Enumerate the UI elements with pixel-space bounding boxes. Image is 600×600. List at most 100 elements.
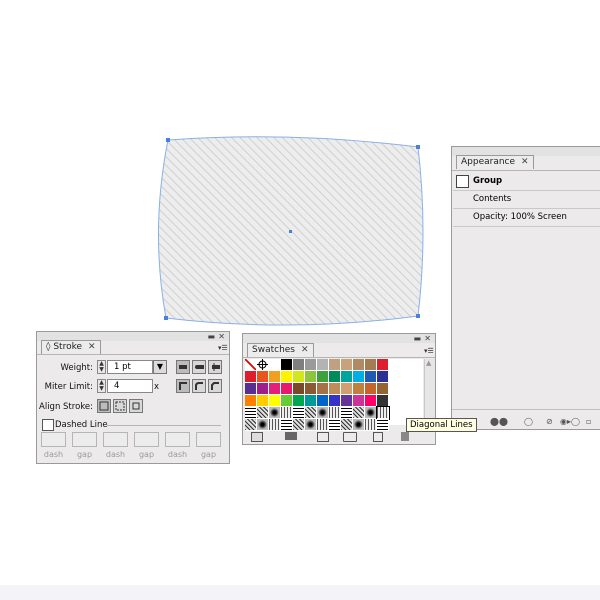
dash-field-1[interactable]: [41, 432, 66, 447]
swatch[interactable]: [329, 359, 341, 371]
swatch[interactable]: [281, 395, 293, 407]
swatch[interactable]: [317, 359, 329, 371]
none-swatch[interactable]: [245, 359, 257, 371]
swatch[interactable]: [329, 383, 341, 395]
gap-field-1[interactable]: [72, 432, 97, 447]
dash-field-3[interactable]: [165, 432, 190, 447]
tab-close-icon[interactable]: ✕: [301, 345, 309, 355]
pattern-swatch[interactable]: [245, 419, 257, 431]
swatch[interactable]: [365, 395, 377, 407]
swatch[interactable]: [353, 395, 365, 407]
gap-field-2[interactable]: [134, 432, 159, 447]
swatch[interactable]: [245, 395, 257, 407]
minimize-icon[interactable]: ▬: [413, 335, 421, 343]
swatch[interactable]: [353, 359, 365, 371]
swatch[interactable]: [377, 383, 389, 395]
pattern-swatch[interactable]: [257, 407, 269, 419]
new-color-group-icon[interactable]: [343, 432, 357, 442]
swatch-scrollbar[interactable]: ▲: [424, 359, 435, 425]
swatch[interactable]: [353, 383, 365, 395]
dash-field-2[interactable]: [103, 432, 128, 447]
swatch[interactable]: [365, 371, 377, 383]
appearance-row-opacity[interactable]: Opacity: 100% Screen: [453, 209, 600, 227]
pattern-swatch[interactable]: [293, 419, 305, 431]
swatch[interactable]: [293, 383, 305, 395]
new-swatch-icon[interactable]: [373, 432, 383, 442]
miter-join-button[interactable]: [176, 379, 190, 393]
swatch[interactable]: [377, 371, 389, 383]
tab-close-icon[interactable]: ✕: [521, 157, 529, 167]
dashed-line-checkbox[interactable]: [42, 419, 54, 431]
swatch[interactable]: [281, 371, 293, 383]
swatch[interactable]: [329, 395, 341, 407]
align-inside-button[interactable]: [113, 399, 127, 413]
minimize-icon[interactable]: ▬: [207, 333, 215, 341]
registration-swatch[interactable]: [257, 359, 269, 371]
swatch[interactable]: [257, 395, 269, 407]
swatch[interactable]: [293, 395, 305, 407]
swatch[interactable]: [245, 383, 257, 395]
pattern-swatch[interactable]: [329, 419, 341, 431]
swatch-options-icon[interactable]: [317, 432, 329, 442]
tab-swatches[interactable]: Swatches ✕: [247, 343, 314, 357]
weight-input[interactable]: 1 pt: [107, 360, 153, 374]
swatch[interactable]: [341, 395, 353, 407]
swatch[interactable]: [257, 383, 269, 395]
pattern-swatch[interactable]: [305, 407, 317, 419]
swatch[interactable]: [341, 371, 353, 383]
swatch[interactable]: [329, 371, 341, 383]
pattern-swatch[interactable]: [269, 407, 281, 419]
bevel-join-button[interactable]: [208, 379, 222, 393]
tab-appearance[interactable]: Appearance ✕: [456, 155, 534, 169]
swatch[interactable]: [305, 395, 317, 407]
pattern-swatch[interactable]: [353, 419, 365, 431]
delete-item-icon[interactable]: ▫: [586, 417, 591, 426]
pattern-swatch[interactable]: [281, 407, 293, 419]
pattern-swatch[interactable]: [341, 419, 353, 431]
pattern-swatch[interactable]: [269, 419, 281, 431]
butt-cap-button[interactable]: [176, 360, 190, 374]
swatch[interactable]: [341, 359, 353, 371]
swatch-libraries-menu-icon[interactable]: [251, 432, 263, 442]
delete-swatch-icon[interactable]: [401, 432, 409, 441]
pattern-swatch[interactable]: [365, 419, 377, 431]
panel-menu-icon[interactable]: ▾☰: [424, 348, 434, 355]
swatch[interactable]: [281, 359, 293, 371]
pattern-swatch[interactable]: [317, 419, 329, 431]
panel-menu-icon[interactable]: ▾☰: [218, 345, 228, 352]
swatch[interactable]: [269, 383, 281, 395]
close-icon[interactable]: ✕: [424, 335, 431, 343]
swatch[interactable]: [317, 383, 329, 395]
pattern-swatch[interactable]: [317, 407, 329, 419]
weight-spinner[interactable]: ▲ ▼: [97, 360, 106, 374]
tab-stroke[interactable]: ◊ Stroke ✕: [41, 340, 101, 354]
tab-close-icon[interactable]: ✕: [88, 342, 96, 352]
pattern-swatch[interactable]: [377, 419, 389, 431]
swatch[interactable]: [341, 383, 353, 395]
miter-spinner[interactable]: ▲ ▼: [97, 379, 106, 393]
projecting-cap-button[interactable]: [208, 360, 222, 374]
pattern-swatch[interactable]: [365, 407, 377, 419]
swatch[interactable]: [293, 371, 305, 383]
clear-appearance-icon[interactable]: ◯: [524, 417, 533, 426]
swatch[interactable]: [269, 371, 281, 383]
swatch[interactable]: [365, 383, 377, 395]
swatch[interactable]: [269, 359, 281, 371]
pattern-swatch[interactable]: [257, 419, 269, 431]
swatch[interactable]: [245, 371, 257, 383]
round-join-button[interactable]: [192, 379, 206, 393]
swatch[interactable]: [305, 383, 317, 395]
appearance-row-group[interactable]: Group: [453, 173, 600, 191]
align-outside-button[interactable]: [129, 399, 143, 413]
show-swatch-kinds-icon[interactable]: [285, 432, 297, 440]
close-icon[interactable]: ✕: [218, 333, 225, 341]
swatch[interactable]: [377, 395, 389, 407]
gap-field-3[interactable]: [196, 432, 221, 447]
round-cap-button[interactable]: [192, 360, 206, 374]
swatch[interactable]: [257, 371, 269, 383]
swatch[interactable]: [365, 359, 377, 371]
miter-limit-input[interactable]: 4: [107, 379, 153, 393]
swatch[interactable]: [305, 359, 317, 371]
pattern-swatch[interactable]: [341, 407, 353, 419]
swatch[interactable]: [305, 371, 317, 383]
